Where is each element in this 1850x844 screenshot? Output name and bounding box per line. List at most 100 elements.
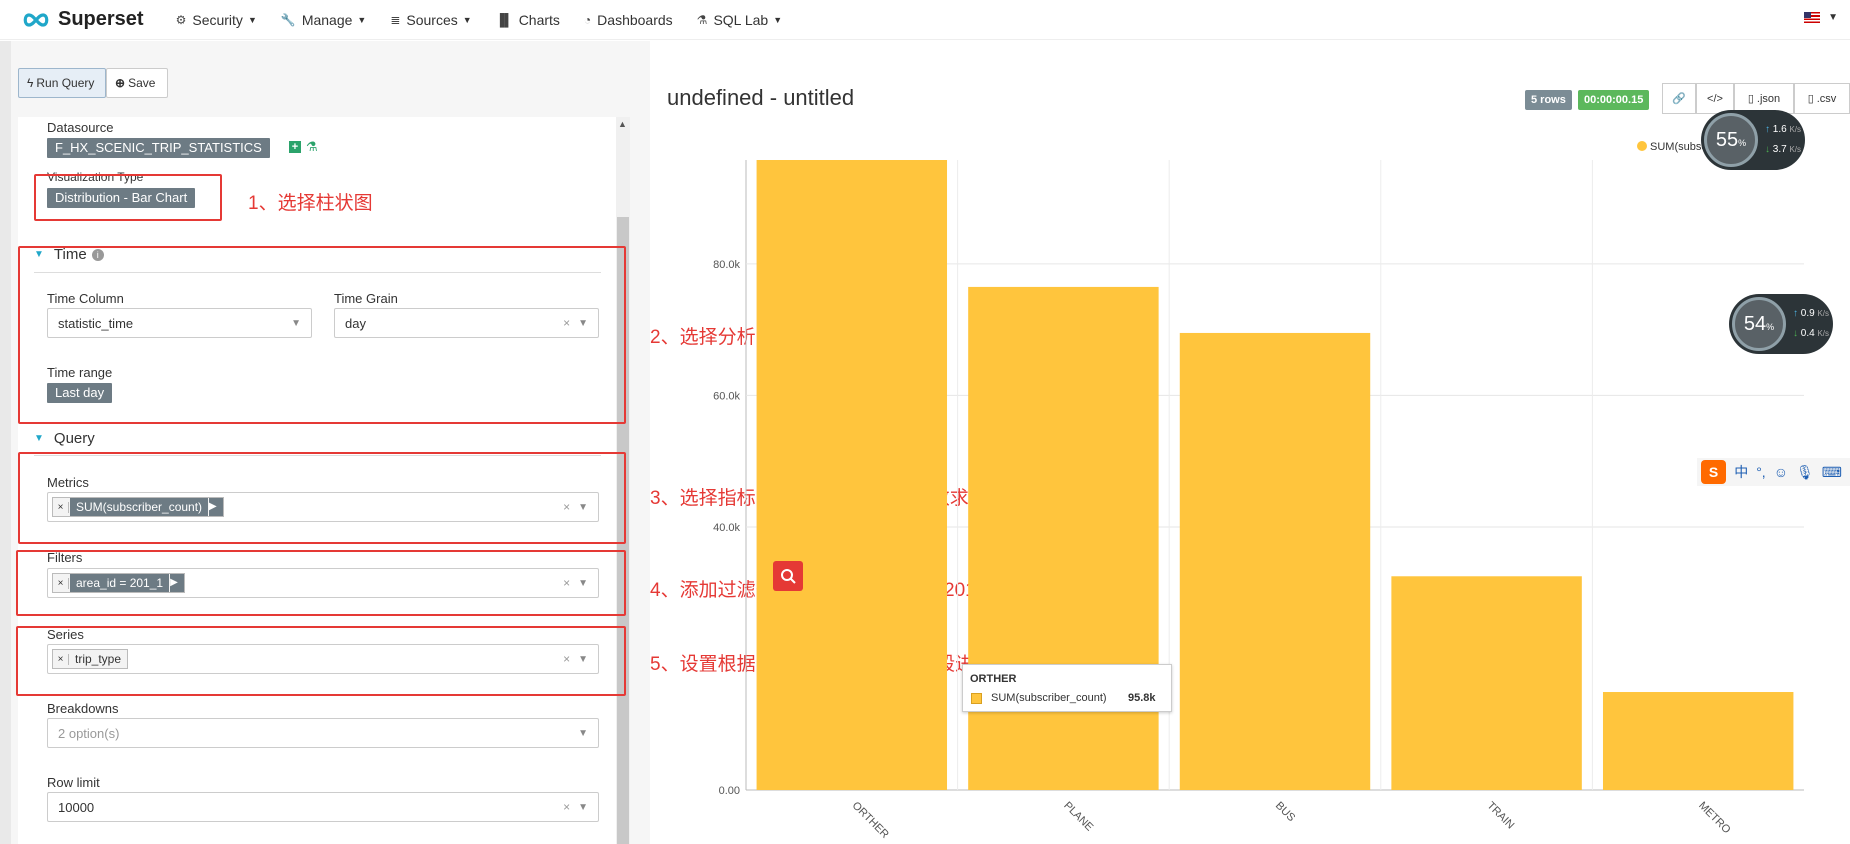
gauge-percent: 55	[1715, 128, 1739, 151]
bar	[1179, 332, 1371, 790]
tooltip-swatch	[971, 693, 982, 704]
breakdowns-placeholder: 2 option(s)	[58, 725, 120, 741]
chart-tooltip: ORTHER SUM(subscriber_count) 95.8k	[962, 664, 1172, 712]
dashboard-icon: ◔	[583, 12, 592, 27]
sogou-logo-icon: S	[1701, 460, 1727, 484]
tooltip-metric: SUM(subscriber_count)	[991, 692, 1107, 704]
highlight-box-5	[16, 626, 626, 696]
add-datasource-icon[interactable]: +	[289, 141, 301, 153]
search-icon[interactable]	[773, 561, 803, 591]
nav-dashboards[interactable]: ◔ Dashboards	[584, 12, 673, 28]
csv-label: .csv	[1816, 92, 1837, 105]
file-icon: ▯	[1747, 93, 1754, 105]
speed-unit: K/s	[1817, 329, 1830, 338]
chevron-down-icon[interactable]: ▼	[1828, 12, 1838, 23]
upload-speed: 0.9	[1800, 308, 1815, 319]
bar	[756, 160, 948, 790]
bolt-icon: ϟ	[27, 76, 34, 90]
link-icon: 🔗	[1672, 93, 1686, 105]
upload-icon: ↑	[1765, 124, 1773, 135]
x-tick-label: BUS	[1273, 800, 1297, 824]
row-limit-label: Row limit	[47, 775, 100, 790]
flask-icon: ⚗	[696, 12, 708, 27]
ime-toolbar[interactable]: S 中 °, ☺ 🎙 ⌨	[1697, 458, 1850, 486]
link-button[interactable]: 🔗	[1662, 83, 1696, 114]
nav-manage[interactable]: 🔧 Manage ▼	[281, 12, 366, 28]
speed-unit: K/s	[1789, 125, 1802, 134]
wrench-icon: 🔧	[280, 12, 296, 27]
annotation-3: 3、选择指标，SUM函数表示对人数求和	[650, 488, 988, 509]
code-icon: </>	[1707, 92, 1723, 105]
bar	[1602, 692, 1794, 790]
x-tick-label: PLANE	[1061, 800, 1095, 834]
legend-label: SUM(subsc	[1650, 141, 1707, 153]
caret-down-icon: ▼	[34, 433, 44, 444]
cpu-gauge: 54%	[1732, 297, 1786, 351]
highlight-box-4	[16, 550, 626, 616]
nav-manage-label: Manage	[301, 11, 353, 28]
query-section-title: Query	[53, 430, 95, 447]
chevron-down-icon: ▼	[247, 14, 257, 25]
magnifier-icon	[781, 569, 796, 584]
query-section-header[interactable]: ▼ Query	[34, 430, 95, 447]
download-icon: ↓	[1765, 144, 1773, 155]
nav-sources[interactable]: ≣ Sources ▼	[390, 12, 471, 28]
y-tick-label: 0.00	[719, 785, 740, 797]
speed-unit: K/s	[1789, 145, 1802, 154]
bar	[1391, 576, 1582, 790]
run-query-label: Run Query	[36, 76, 95, 90]
nav-sources-label: Sources	[406, 11, 458, 28]
x-tick-label: TRAIN	[1484, 800, 1516, 832]
emoji-icon[interactable]: ☺	[1774, 464, 1788, 480]
upload-icon: ↑	[1793, 308, 1801, 319]
brand-logo[interactable]: Superset	[22, 8, 144, 31]
row-limit-select[interactable]: 10000 × ▼	[47, 792, 599, 822]
breakdowns-select[interactable]: 2 option(s) ▼	[47, 718, 599, 748]
superset-logo-icon	[23, 12, 49, 27]
query-time-badge: 00:00:00.15	[1578, 90, 1650, 110]
row-limit-value: 10000	[58, 799, 95, 815]
highlight-box-2	[18, 246, 626, 424]
cogs-icon: ⚙	[175, 12, 187, 27]
bar-chart-icon: ▐▌	[495, 12, 513, 27]
network-widget-1[interactable]: 55% ↑ 1.6 K/s ↓ 3.7 K/s	[1701, 110, 1805, 170]
nav-security-label: Security	[192, 11, 243, 28]
nav-dashboards-label: Dashboards	[597, 11, 673, 28]
row-count-badge: 5 rows	[1525, 90, 1572, 110]
speed-unit: K/s	[1817, 309, 1830, 318]
annotation-1: 1、选择柱状图	[248, 193, 373, 214]
ime-lang[interactable]: 中	[1734, 462, 1748, 482]
tooltip-title: ORTHER	[970, 673, 1017, 685]
nav-sqllab-label: SQL Lab	[713, 11, 769, 28]
x-tick-label: METRO	[1696, 800, 1733, 837]
csv-button[interactable]: ▯ .csv	[1794, 83, 1850, 114]
nav-charts-label: Charts	[518, 11, 560, 28]
run-query-button[interactable]: ϟ Run Query	[18, 68, 106, 98]
highlight-box-3	[18, 452, 626, 544]
ime-punct[interactable]: °,	[1756, 464, 1766, 480]
left-edge	[0, 41, 11, 844]
us-flag-icon[interactable]	[1804, 12, 1820, 23]
brand-name: Superset	[58, 8, 144, 30]
tooltip-value: 95.8k	[1128, 692, 1156, 704]
y-tick-label: 40.0k	[713, 522, 740, 534]
nav-charts[interactable]: ▐▌ Charts	[496, 12, 560, 28]
datasource-label: Datasource	[47, 120, 114, 135]
save-button[interactable]: ⊕ Save	[106, 68, 168, 98]
clear-icon[interactable]: ×	[563, 800, 570, 814]
nav-security[interactable]: ⚙ Security ▼	[176, 12, 257, 28]
database-icon: ≣	[390, 12, 401, 27]
file-icon: ▯	[1807, 93, 1814, 105]
datasource-value[interactable]: F_HX_SCENIC_TRIP_STATISTICS	[47, 138, 270, 158]
cpu-gauge: 55%	[1704, 113, 1758, 167]
flask-icon[interactable]: ⚗	[306, 139, 318, 155]
scroll-up-icon[interactable]: ▲	[618, 119, 627, 129]
download-speed: 3.7	[1772, 144, 1787, 155]
mic-icon[interactable]: 🎙	[1796, 464, 1814, 481]
breakdowns-label: Breakdowns	[47, 701, 119, 716]
upload-speed: 1.6	[1772, 124, 1787, 135]
annotation-4: 4、添加过滤条件，仅保留area_id=201_1的数据	[650, 580, 1054, 601]
nav-sqllab[interactable]: ⚗ SQL Lab ▼	[697, 12, 782, 28]
network-widget-2[interactable]: 54% ↑ 0.9 K/s ↓ 0.4 K/s	[1729, 294, 1833, 354]
keyboard-icon[interactable]: ⌨	[1822, 464, 1842, 481]
